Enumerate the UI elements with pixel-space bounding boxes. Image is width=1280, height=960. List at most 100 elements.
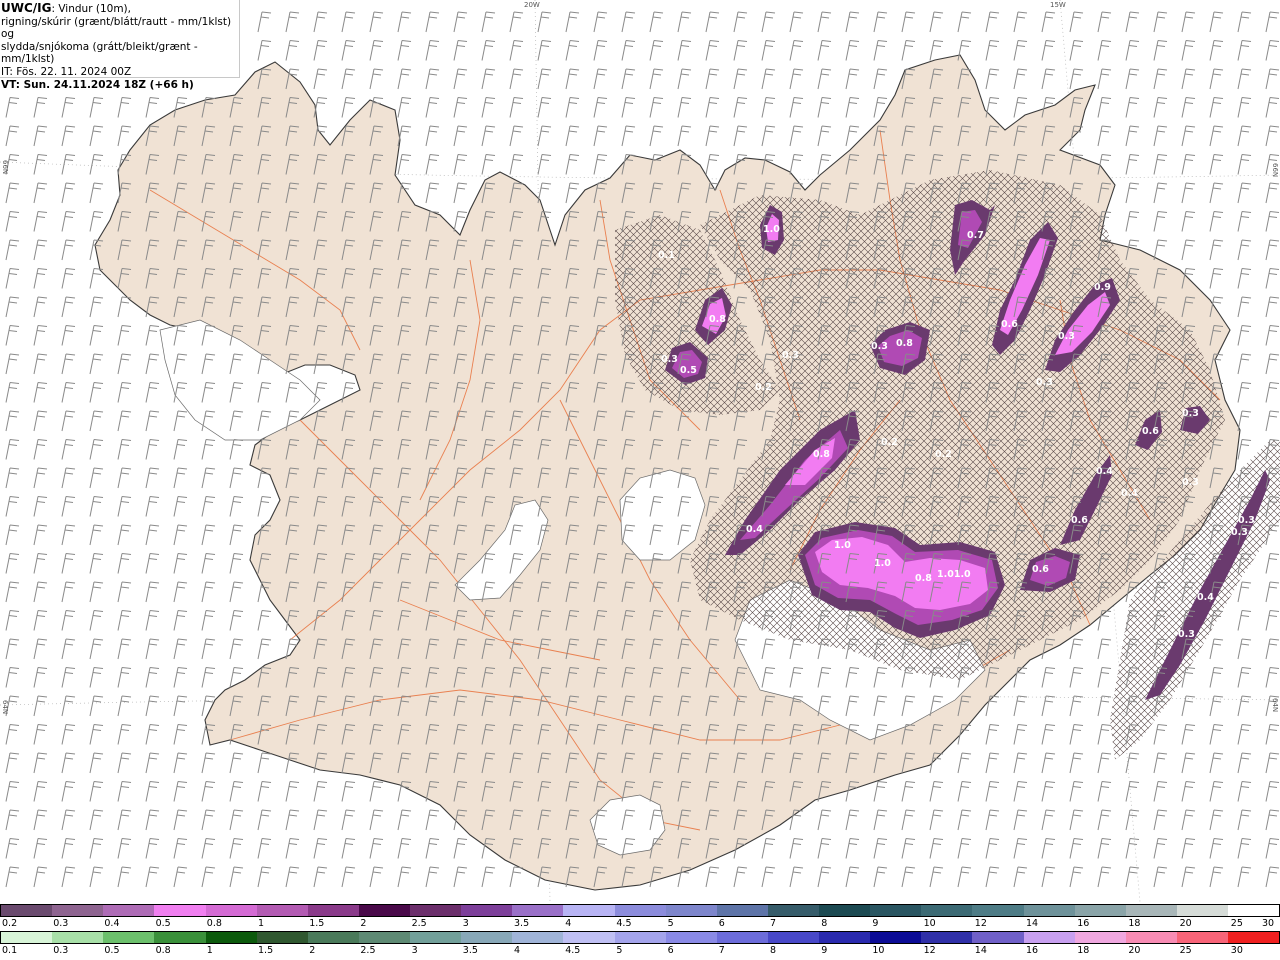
legend-label: 20 — [1179, 918, 1192, 929]
legend-swatch — [716, 905, 768, 916]
legend-swatch — [461, 905, 513, 916]
legend-label: 14 — [974, 945, 987, 956]
legend-swatch — [52, 932, 104, 943]
legend-swatch — [870, 905, 922, 916]
legend-label: 3 — [411, 945, 418, 956]
precip-label: 0.2 — [881, 437, 898, 448]
precip-label: 0.3 — [1182, 408, 1199, 419]
legend-label: 3.5 — [462, 945, 478, 956]
precip-label: 0.8 — [915, 573, 932, 584]
precip-label: 0.6 — [1001, 319, 1018, 330]
precip-label: 0.3 — [1182, 477, 1199, 488]
legend-label: 4 — [565, 918, 572, 929]
legend-label: 0.4 — [104, 918, 120, 929]
legend-label: 8 — [821, 918, 828, 929]
precip-label: 1.0 — [834, 540, 851, 551]
legend-swatch — [665, 932, 717, 943]
legend-label: 2.5 — [360, 945, 376, 956]
legend-swatch — [1228, 932, 1280, 943]
precip-label: 0.2 — [935, 449, 952, 460]
legend-swatch — [358, 905, 410, 916]
legend-swatch — [563, 932, 615, 943]
grid-label-66n-right: 66N — [1271, 163, 1279, 178]
rain-legend-labels: 0.1 0.3 0.5 0.8 1 1.5 2 2.5 3 3.5 4 4.5 5 6 7 8 9 10 12 14 1… — [0, 945, 1280, 957]
legend-swatch — [614, 905, 666, 916]
legend-swatch — [1125, 905, 1177, 916]
legend-swatch — [1023, 932, 1075, 943]
legend-swatch — [972, 932, 1024, 943]
snow-legend-labels: 0.2 0.3 0.4 0.5 0.8 1 1.5 2 2.5 3 3.5 4 4.5 5 6 7 8 9 10 12… — [0, 918, 1280, 930]
legend-swatch — [307, 905, 359, 916]
precip-label: 0.3 — [1178, 629, 1195, 640]
precip-label: 0.3 — [1058, 331, 1075, 342]
legend-label: 0.2 — [2, 918, 18, 929]
legend-swatch — [154, 932, 206, 943]
legend-label: 14 — [1026, 918, 1039, 929]
legend-label: 1.5 — [258, 945, 274, 956]
precip-label: 0.9 — [1094, 282, 1111, 293]
legend-swatch — [52, 905, 104, 916]
legend-swatch — [614, 932, 666, 943]
legend-swatch — [512, 905, 564, 916]
legend-label: 3.5 — [514, 918, 530, 929]
legend-swatch — [512, 932, 564, 943]
legend-swatch — [563, 905, 615, 916]
grid-label-15w: 15W — [1050, 1, 1066, 9]
precip-label: 0.1 — [658, 250, 675, 261]
precip-label: 0.4 — [1121, 488, 1138, 499]
legend-label: 9 — [872, 918, 879, 929]
legend-swatch — [256, 905, 308, 916]
precip-label: 0.6 — [1071, 515, 1088, 526]
weather-map[interactable]: 0.1 0.8 1.0 0.3 0.5 0.3 0.2 0.3 0.8 0.7 … — [0, 0, 1280, 902]
info-snow-line: slydda/snjókoma (grátt/bleikt/grænt - mm… — [1, 40, 198, 66]
precip-label: 0.8 — [709, 314, 726, 325]
legend-swatch — [972, 905, 1024, 916]
info-init-time: IT: Fös. 22. 11. 2024 00Z — [1, 65, 132, 78]
legend-label: 30 — [1262, 918, 1275, 929]
legend-swatch — [1176, 932, 1228, 943]
precip-label: 0.3 — [1036, 377, 1053, 388]
legend-swatch — [358, 932, 410, 943]
map-info-box: UWC/IG: Vindur (10m), rigning/skúrir (gr… — [0, 0, 240, 91]
legend-swatch — [921, 905, 973, 916]
legend-swatch — [921, 932, 973, 943]
legend-swatch — [205, 932, 257, 943]
legend-label: 7 — [770, 918, 777, 929]
precip-label: 0.2 — [755, 382, 772, 393]
legend-label: 25 — [1179, 945, 1192, 956]
legend-swatch — [1125, 932, 1177, 943]
legend-swatch — [461, 932, 513, 943]
legend-label: 0.8 — [206, 918, 222, 929]
legend-label: 9 — [821, 945, 828, 956]
legend-swatch — [205, 905, 257, 916]
legend-swatch — [103, 905, 155, 916]
legend-swatch — [410, 932, 462, 943]
precip-label: 0.3 — [1238, 515, 1255, 526]
precip-label: 0.5 — [680, 365, 697, 376]
legend-label: 12 — [974, 918, 987, 929]
legend-label: 0.1 — [2, 945, 18, 956]
legend-label: 12 — [923, 945, 936, 956]
legend-label: 0.3 — [53, 918, 69, 929]
legend-swatch — [819, 932, 871, 943]
snow-legend-bar — [0, 904, 1280, 917]
legend-label: 6 — [718, 918, 725, 929]
info-rain-line: rigning/skúrir (grænt/blátt/rautt - mm/1… — [1, 15, 232, 41]
legend-label: 18 — [1077, 945, 1090, 956]
precip-label: 1.0 — [874, 558, 891, 569]
legend-label: 20 — [1128, 945, 1141, 956]
precip-label: 0.6 — [1142, 426, 1159, 437]
info-line-title: UWC/IG: Vindur (10m), — [1, 2, 239, 16]
legend-swatch — [256, 932, 308, 943]
legend-swatch — [410, 905, 462, 916]
legend-swatch — [103, 932, 155, 943]
precip-label: 0.7 — [967, 230, 984, 241]
legend-label: 1 — [258, 918, 265, 929]
precip-label: 0.4 — [1197, 592, 1214, 603]
precip-label: 0.4 — [746, 524, 763, 535]
legend-label: 18 — [1128, 918, 1141, 929]
info-title-rest: : Vindur (10m), — [51, 3, 131, 15]
precip-label: 1.01.0 — [937, 569, 971, 580]
legend-label: 2.5 — [411, 918, 427, 929]
legend-label: 8 — [770, 945, 777, 956]
